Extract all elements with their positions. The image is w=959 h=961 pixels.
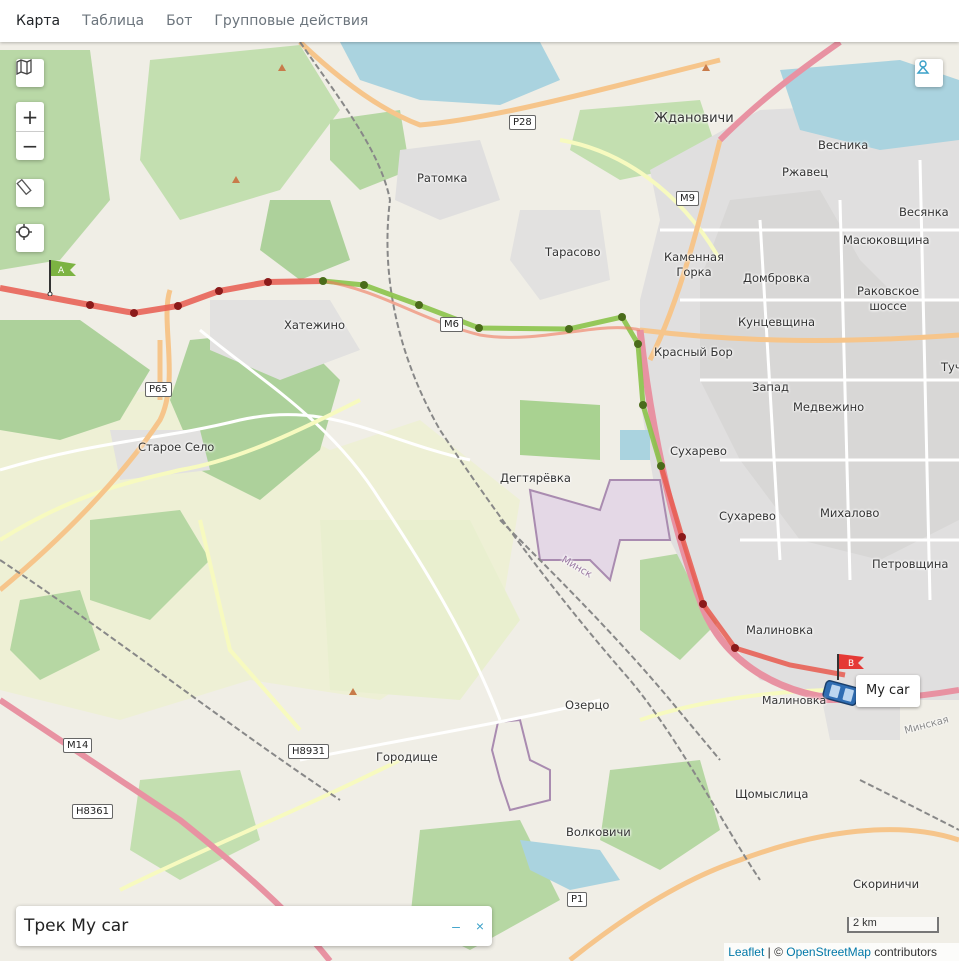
map-layers-icon (16, 59, 32, 75)
end-flag-label: B (848, 659, 854, 669)
start-flag-label: A (58, 266, 65, 276)
place-label: Тарасово (545, 245, 601, 259)
place-label: Малиновка (746, 623, 814, 637)
tab-map[interactable]: Карта (16, 13, 60, 29)
place-label: Петровщина (872, 557, 949, 571)
place-label: Малиновка (762, 694, 827, 707)
attribution-contributors: contributors (870, 945, 937, 959)
scale-bar: 2 km (847, 917, 939, 933)
place-label: Масюковщина (843, 233, 930, 247)
road-shield: M14 (63, 738, 93, 753)
place-label: Весянка (899, 205, 949, 219)
close-button[interactable]: × (468, 918, 492, 934)
attribution-separator: | © (764, 945, 787, 959)
place-label: Щомыслица (735, 787, 809, 801)
road-shield: P65 (145, 382, 172, 397)
road-shield: H8361 (72, 804, 113, 819)
map-view[interactable]: A B My car Ждановичи Весника Ржавец Веся… (0, 42, 959, 961)
place-label: Домбровка (743, 271, 810, 285)
place-label: Сухарево (670, 444, 727, 458)
place-label: Волковичи (566, 825, 631, 839)
place-label: Хатежино (284, 318, 346, 332)
place-label: Скориничи (853, 877, 920, 891)
minimize-button[interactable]: – (444, 918, 468, 934)
road-shield: P1 (567, 892, 588, 907)
zoom-control: + − (16, 102, 44, 160)
user-pin-icon (916, 60, 930, 74)
top-navigation: Карта Таблица Бот Групповые действия (0, 0, 959, 42)
place-label: Каменная Горка (664, 250, 724, 279)
map-tiles (0, 42, 959, 961)
road-shield: M9 (676, 191, 699, 206)
place-label: Ржавец (782, 165, 829, 179)
tab-bot[interactable]: Бот (166, 13, 192, 29)
crosshair-icon (16, 224, 32, 240)
place-label: Ратомка (417, 171, 468, 185)
place-label: Михалово (820, 506, 880, 520)
place-label: Сухарево (719, 509, 776, 523)
place-label: Старое Село (138, 440, 215, 454)
zoom-out-button[interactable]: − (16, 131, 44, 160)
place-label: Красный Бор (654, 345, 733, 359)
place-label: Кунцевщина (738, 315, 816, 329)
tab-table[interactable]: Таблица (82, 13, 144, 29)
locate-button[interactable] (16, 224, 44, 252)
place-label: Озерцо (565, 698, 610, 712)
track-panel-title: Трек My car (24, 916, 129, 936)
place-label: Запад (752, 380, 789, 394)
ruler-icon (16, 179, 32, 195)
road-shield: H8931 (288, 744, 329, 759)
place-label: Туч (941, 360, 959, 374)
place-label: Дегтярёвка (500, 471, 571, 485)
zoom-in-button[interactable]: + (16, 102, 44, 131)
road-shield: P28 (509, 115, 536, 130)
start-flag-icon[interactable]: A (44, 256, 80, 296)
tab-group-actions[interactable]: Групповые действия (214, 13, 368, 29)
vehicle-tooltip: My car (856, 675, 920, 707)
place-label: Раковское шоссе (856, 284, 920, 313)
road-shield: M6 (440, 317, 463, 332)
place-label: Городище (376, 750, 438, 764)
track-panel: Трек My car – × (16, 906, 492, 946)
layers-button[interactable] (16, 59, 44, 87)
leaflet-link[interactable]: Leaflet (728, 945, 764, 959)
user-location-button[interactable] (915, 59, 943, 87)
place-label: Ждановичи (654, 111, 734, 126)
osm-link[interactable]: OpenStreetMap (786, 945, 871, 959)
attribution: Leaflet | © OpenStreetMap contributors (724, 943, 959, 961)
ruler-button[interactable] (16, 179, 44, 207)
place-label: Медвежино (793, 400, 865, 414)
place-label: Весника (818, 138, 869, 152)
